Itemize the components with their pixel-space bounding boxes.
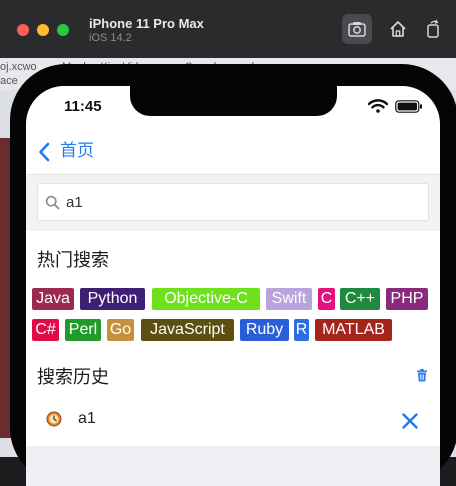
home-button[interactable] bbox=[383, 14, 413, 44]
battery-icon bbox=[395, 100, 422, 113]
hot-tag-matlab[interactable]: MATLAB bbox=[315, 319, 392, 341]
phone-notch bbox=[130, 86, 337, 116]
hot-tag-php[interactable]: PHP bbox=[386, 288, 428, 310]
close-window-button[interactable] bbox=[17, 24, 29, 36]
status-icons bbox=[368, 99, 428, 113]
xcode-tab-label: oj.xcwo bbox=[0, 61, 37, 73]
search-bar-container bbox=[26, 175, 440, 231]
hot-tag-swift[interactable]: Swift bbox=[266, 288, 312, 310]
rotate-icon bbox=[427, 19, 439, 38]
search-box[interactable] bbox=[37, 183, 429, 221]
history-clock-icon bbox=[46, 411, 62, 427]
home-icon bbox=[390, 21, 406, 37]
hot-tag-java[interactable]: Java bbox=[32, 288, 74, 310]
simulator-titlebar: iPhone 11 Pro Max iOS 14.2 bbox=[0, 0, 456, 59]
hot-search-title: 热门搜索 bbox=[37, 250, 109, 270]
phone-screen: 11:45 首页 热门搜索 Java bbox=[26, 86, 440, 486]
list-bottom-area bbox=[26, 446, 440, 486]
hot-search-tags: Java Python Objective-C Swift C C++ PHP … bbox=[26, 288, 440, 348]
search-icon bbox=[45, 195, 60, 210]
hot-tag-ruby[interactable]: Ruby bbox=[240, 319, 289, 341]
navigation-bar: 首页 bbox=[26, 130, 440, 175]
back-button-label: 首页 bbox=[60, 141, 94, 160]
hot-tag-cpp[interactable]: C++ bbox=[340, 288, 380, 310]
history-item[interactable]: a1 bbox=[26, 400, 440, 440]
zoom-window-button[interactable] bbox=[57, 24, 69, 36]
chevron-left-icon bbox=[39, 142, 50, 162]
status-time: 11:45 bbox=[64, 98, 102, 115]
rotate-button[interactable] bbox=[418, 14, 448, 44]
clear-history-button[interactable] bbox=[416, 369, 428, 387]
search-history-title: 搜索历史 bbox=[37, 367, 109, 387]
trash-icon bbox=[417, 369, 427, 382]
hot-tag-c[interactable]: C bbox=[318, 288, 335, 310]
history-item-text: a1 bbox=[78, 410, 96, 427]
screenshot-icon bbox=[348, 22, 366, 37]
hot-tag-objective-c[interactable]: Objective-C bbox=[152, 288, 260, 310]
hot-tag-python[interactable]: Python bbox=[80, 288, 145, 310]
hot-tag-csharp[interactable]: C# bbox=[32, 319, 59, 341]
screenshot-button[interactable] bbox=[342, 14, 372, 44]
wifi-icon bbox=[368, 99, 388, 113]
simulator-os-version: iOS 14.2 bbox=[89, 32, 132, 44]
close-icon bbox=[402, 413, 418, 429]
simulator-device-title: iPhone 11 Pro Max bbox=[89, 16, 204, 31]
minimize-window-button[interactable] bbox=[37, 24, 49, 36]
hot-tag-perl[interactable]: Perl bbox=[65, 319, 101, 341]
hot-tag-r[interactable]: R bbox=[294, 319, 309, 341]
hot-tag-javascript[interactable]: JavaScript bbox=[141, 319, 234, 341]
delete-history-item-button[interactable] bbox=[401, 412, 419, 435]
hot-tag-go[interactable]: Go bbox=[107, 319, 134, 341]
xcode-tab-label: ace bbox=[0, 75, 18, 87]
search-input[interactable] bbox=[66, 191, 416, 213]
